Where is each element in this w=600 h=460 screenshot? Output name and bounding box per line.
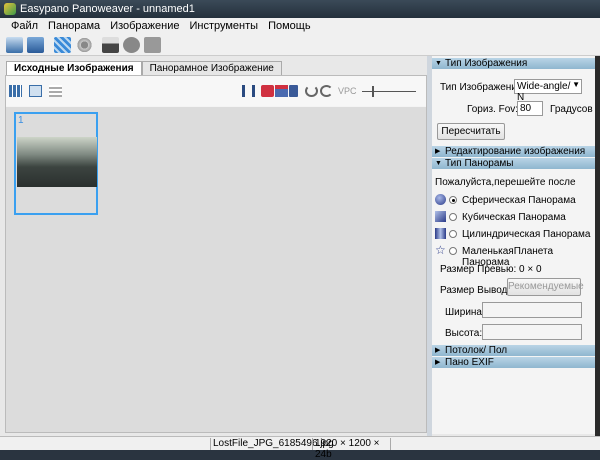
app-icon bbox=[4, 3, 16, 15]
image-edit-header[interactable]: ▶ Редактирование изображения bbox=[432, 146, 595, 157]
source-images-panel: VPC 1 bbox=[5, 75, 427, 433]
output-size-label: Размер Вывода: bbox=[440, 285, 516, 296]
fov-label: Гориз. Fov: bbox=[467, 104, 519, 115]
status-extra bbox=[390, 438, 404, 450]
thumbnail-view-icon[interactable] bbox=[9, 85, 22, 97]
pano-type-header[interactable]: ▼ Тип Панорамы bbox=[432, 158, 595, 169]
publish-icon[interactable] bbox=[123, 37, 140, 53]
large-view-icon[interactable] bbox=[29, 85, 42, 97]
menu-help[interactable]: Помощь bbox=[263, 18, 316, 34]
spherical-label[interactable]: Сферическая Панорама bbox=[462, 195, 576, 206]
width-input[interactable] bbox=[482, 302, 582, 318]
zoom-slider[interactable] bbox=[362, 91, 416, 92]
image-index: 1 bbox=[18, 115, 24, 126]
image-canvas: 1 bbox=[6, 107, 426, 432]
remove-mark-icon[interactable] bbox=[261, 85, 274, 97]
fov-unit: Градусов bbox=[550, 104, 593, 115]
cube-icon bbox=[435, 211, 446, 222]
add-image-icon[interactable] bbox=[275, 85, 288, 97]
star-icon: ☆ bbox=[435, 243, 446, 257]
status-dimensions: 1920 × 1200 × 24b bbox=[312, 438, 388, 460]
zoom-slider-handle[interactable] bbox=[372, 86, 374, 97]
menu-file[interactable]: Файл bbox=[6, 18, 43, 34]
recalculate-button[interactable]: Пересчитать bbox=[437, 123, 505, 140]
cylinder-icon bbox=[435, 228, 446, 239]
height-label: Высота: bbox=[445, 328, 483, 339]
cubic-label[interactable]: Кубическая Панорама bbox=[462, 212, 566, 223]
open-images-icon[interactable] bbox=[6, 37, 23, 53]
radio-spherical[interactable] bbox=[449, 196, 457, 204]
tab-panorama-image[interactable]: Панорамное Изображение bbox=[141, 61, 282, 75]
status-filename: LostFile_JPG_6185496.jpg bbox=[210, 438, 334, 450]
stitch-icon[interactable] bbox=[54, 37, 71, 53]
preview-size: Размер Превью: 0 × 0 bbox=[440, 264, 542, 275]
toolbar bbox=[0, 34, 600, 56]
ceiling-floor-header[interactable]: ▶ Потолок/ Пол bbox=[432, 345, 595, 356]
title-bar: Easypano Panoweaver - unnamed1 bbox=[0, 0, 600, 18]
hint-text: Пожалуйста,перешейте после bbox=[435, 177, 576, 188]
sphere-icon bbox=[435, 194, 446, 205]
add-images-icon[interactable] bbox=[27, 37, 44, 53]
scrollbar[interactable] bbox=[595, 56, 600, 436]
image-thumbnail[interactable]: 1 bbox=[14, 112, 98, 215]
rotate-right-icon[interactable] bbox=[320, 85, 333, 97]
image-type-label: Тип Изображения: bbox=[440, 82, 526, 93]
cylindrical-label[interactable]: Цилиндрическая Панорама bbox=[462, 229, 590, 240]
settings-panel: ▼ Тип Изображения Тип Изображения: Wide-a… bbox=[432, 56, 595, 434]
tab-source-images[interactable]: Исходные Изображения bbox=[6, 61, 142, 75]
save-icon[interactable] bbox=[102, 37, 119, 53]
status-bar: LostFile_JPG_6185496.jpg 1920 × 1200 × 2… bbox=[0, 436, 600, 460]
fov-input[interactable]: 80 bbox=[517, 101, 543, 116]
delete-icon[interactable] bbox=[289, 85, 298, 97]
image-type-header[interactable]: ▼ Тип Изображения bbox=[432, 58, 595, 69]
image-preview bbox=[17, 137, 97, 187]
share-icon[interactable] bbox=[144, 37, 161, 53]
menu-panorama[interactable]: Панорама bbox=[43, 18, 105, 34]
menu-tools[interactable]: Инструменты bbox=[184, 18, 263, 34]
height-input[interactable] bbox=[482, 324, 582, 340]
sort-icon[interactable] bbox=[242, 85, 255, 97]
radio-little-planet[interactable] bbox=[449, 247, 457, 255]
tab-bar: Исходные Изображения Панорамное Изображе… bbox=[6, 61, 282, 75]
menu-bar: Файл Панорама Изображение Инструменты По… bbox=[0, 18, 600, 34]
vpc-button[interactable]: VPC bbox=[338, 86, 357, 96]
settings-gear-icon[interactable] bbox=[76, 37, 93, 53]
recommended-button[interactable]: Рекомендуемые bbox=[507, 278, 584, 296]
radio-cylindrical[interactable] bbox=[449, 230, 457, 238]
menu-image[interactable]: Изображение bbox=[105, 18, 184, 34]
pano-exif-header[interactable]: ▶ Пано EXIF bbox=[432, 357, 595, 368]
list-view-icon[interactable] bbox=[49, 85, 62, 97]
radio-cubic[interactable] bbox=[449, 213, 457, 221]
width-label: Ширина: bbox=[445, 307, 485, 318]
rotate-left-icon[interactable] bbox=[305, 85, 318, 97]
image-type-select[interactable]: Wide-angle/ N ▼ bbox=[514, 79, 582, 103]
image-toolbar: VPC bbox=[6, 76, 426, 106]
chevron-down-icon: ▼ bbox=[572, 80, 580, 89]
window-title: Easypano Panoweaver - unnamed1 bbox=[20, 3, 195, 15]
